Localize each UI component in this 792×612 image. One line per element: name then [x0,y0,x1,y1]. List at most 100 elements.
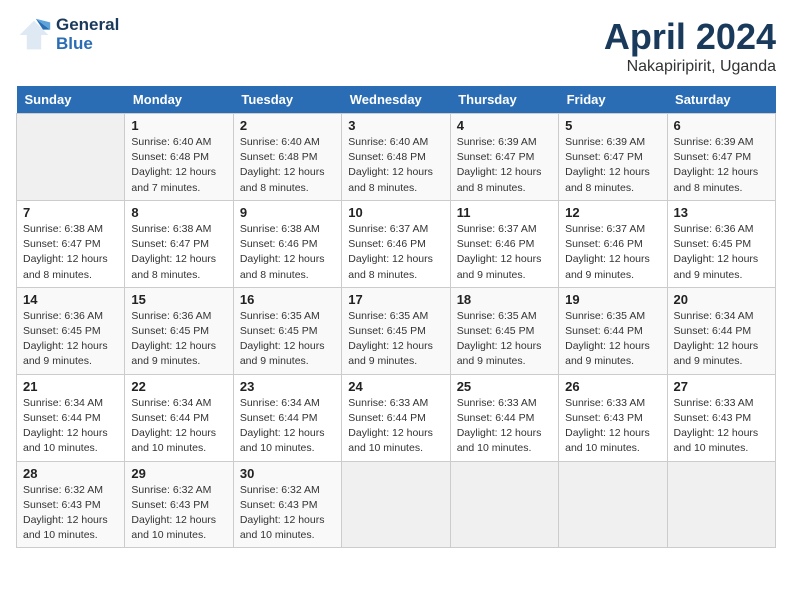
calendar-week-row: 1Sunrise: 6:40 AMSunset: 6:48 PMDaylight… [17,114,776,201]
day-info: Sunrise: 6:33 AMSunset: 6:44 PMDaylight:… [457,396,552,457]
day-info: Sunrise: 6:37 AMSunset: 6:46 PMDaylight:… [565,222,660,283]
calendar-cell: 22 Sunrise: 6:34 AMSunset: 6:44 PMDayligh… [125,374,233,461]
day-number: 24 [348,379,443,394]
day-info: Sunrise: 6:34 AMSunset: 6:44 PMDaylight:… [131,396,226,457]
day-info: Sunrise: 6:38 AMSunset: 6:47 PMDaylight:… [23,222,118,283]
day-number: 6 [674,118,769,133]
day-header-monday: Monday [125,86,233,114]
day-number: 12 [565,205,660,220]
logo-line2: Blue [56,34,93,53]
title-block: April 2024 Nakapiripirit, Uganda [604,16,776,76]
calendar-cell: 17Sunrise: 6:35 AMSunset: 6:45 PMDayligh… [342,287,450,374]
day-info: Sunrise: 6:39 AMSunset: 6:47 PMDaylight:… [457,135,552,196]
calendar-cell [450,461,558,548]
calendar-week-row: 14 Sunrise: 6:36 AMSunset: 6:45 PMDayligh… [17,287,776,374]
day-info: Sunrise: 6:35 AMSunset: 6:45 PMDaylight:… [457,309,552,370]
day-number: 30 [240,466,335,481]
calendar-cell: 21 Sunrise: 6:34 AMSunset: 6:44 PMDayligh… [17,374,125,461]
day-header-friday: Friday [559,86,667,114]
day-info: Sunrise: 6:36 AMSunset: 6:45 PMDaylight:… [131,309,226,370]
day-info: Sunrise: 6:32 AMSunset: 6:43 PMDaylight:… [131,483,226,544]
day-number: 8 [131,205,226,220]
day-info: Sunrise: 6:34 AMSunset: 6:44 PMDaylight:… [240,396,335,457]
calendar-cell: 5 Sunrise: 6:39 AMSunset: 6:47 PMDaylight… [559,114,667,201]
day-info: Sunrise: 6:39 AMSunset: 6:47 PMDaylight:… [674,135,769,196]
calendar-cell: 13Sunrise: 6:36 AMSunset: 6:45 PMDayligh… [667,200,775,287]
logo-text: General Blue [56,16,119,53]
day-info: Sunrise: 6:40 AMSunset: 6:48 PMDaylight:… [131,135,226,196]
calendar-cell: 18 Sunrise: 6:35 AMSunset: 6:45 PMDayligh… [450,287,558,374]
day-number: 22 [131,379,226,394]
day-info: Sunrise: 6:36 AMSunset: 6:45 PMDaylight:… [23,309,118,370]
logo: General Blue [16,16,119,53]
day-header-sunday: Sunday [17,86,125,114]
day-number: 28 [23,466,118,481]
day-info: Sunrise: 6:32 AMSunset: 6:43 PMDaylight:… [23,483,118,544]
day-info: Sunrise: 6:33 AMSunset: 6:43 PMDaylight:… [565,396,660,457]
calendar-cell: 3 Sunrise: 6:40 AMSunset: 6:48 PMDaylight… [342,114,450,201]
day-number: 15 [131,292,226,307]
calendar-cell: 29 Sunrise: 6:32 AMSunset: 6:43 PMDayligh… [125,461,233,548]
calendar-cell [559,461,667,548]
day-number: 2 [240,118,335,133]
day-number: 11 [457,205,552,220]
day-info: Sunrise: 6:40 AMSunset: 6:48 PMDaylight:… [240,135,335,196]
day-number: 18 [457,292,552,307]
day-info: Sunrise: 6:35 AMSunset: 6:45 PMDaylight:… [240,309,335,370]
day-number: 25 [457,379,552,394]
calendar-cell: 14 Sunrise: 6:36 AMSunset: 6:45 PMDayligh… [17,287,125,374]
logo-icon [16,17,52,53]
logo-line1: General [56,15,119,34]
calendar-cell: 15 Sunrise: 6:36 AMSunset: 6:45 PMDayligh… [125,287,233,374]
day-number: 10 [348,205,443,220]
day-number: 13 [674,205,769,220]
calendar-cell [342,461,450,548]
day-number: 4 [457,118,552,133]
day-number: 14 [23,292,118,307]
day-info: Sunrise: 6:39 AMSunset: 6:47 PMDaylight:… [565,135,660,196]
day-number: 3 [348,118,443,133]
day-header-tuesday: Tuesday [233,86,341,114]
day-header-thursday: Thursday [450,86,558,114]
calendar-cell: 4 Sunrise: 6:39 AMSunset: 6:47 PMDaylight… [450,114,558,201]
calendar-cell: 11Sunrise: 6:37 AMSunset: 6:46 PMDayligh… [450,200,558,287]
calendar-cell [17,114,125,201]
calendar-week-row: 21 Sunrise: 6:34 AMSunset: 6:44 PMDayligh… [17,374,776,461]
day-number: 26 [565,379,660,394]
calendar-cell: 28 Sunrise: 6:32 AMSunset: 6:43 PMDayligh… [17,461,125,548]
day-number: 29 [131,466,226,481]
day-number: 21 [23,379,118,394]
day-number: 19 [565,292,660,307]
calendar-cell: 26 Sunrise: 6:33 AMSunset: 6:43 PMDayligh… [559,374,667,461]
calendar-cell: 8Sunrise: 6:38 AMSunset: 6:47 PMDaylight… [125,200,233,287]
day-number: 23 [240,379,335,394]
calendar-cell: 6 Sunrise: 6:39 AMSunset: 6:47 PMDaylight… [667,114,775,201]
day-info: Sunrise: 6:33 AMSunset: 6:43 PMDaylight:… [674,396,769,457]
day-number: 20 [674,292,769,307]
page-header: General Blue April 2024 Nakapiripirit, U… [16,16,776,76]
day-number: 17 [348,292,443,307]
day-info: Sunrise: 6:34 AMSunset: 6:44 PMDaylight:… [23,396,118,457]
day-info: Sunrise: 6:40 AMSunset: 6:48 PMDaylight:… [348,135,443,196]
day-info: Sunrise: 6:38 AMSunset: 6:46 PMDaylight:… [240,222,335,283]
calendar-cell: 23 Sunrise: 6:34 AMSunset: 6:44 PMDayligh… [233,374,341,461]
calendar-cell: 25 Sunrise: 6:33 AMSunset: 6:44 PMDayligh… [450,374,558,461]
day-number: 7 [23,205,118,220]
day-header-wednesday: Wednesday [342,86,450,114]
day-info: Sunrise: 6:32 AMSunset: 6:43 PMDaylight:… [240,483,335,544]
calendar-week-row: 28 Sunrise: 6:32 AMSunset: 6:43 PMDayligh… [17,461,776,548]
calendar-cell: 7 Sunrise: 6:38 AMSunset: 6:47 PMDaylight… [17,200,125,287]
calendar-cell: 1Sunrise: 6:40 AMSunset: 6:48 PMDaylight… [125,114,233,201]
day-number: 27 [674,379,769,394]
calendar-header-row: SundayMondayTuesdayWednesdayThursdayFrid… [17,86,776,114]
calendar-cell: 12 Sunrise: 6:37 AMSunset: 6:46 PMDayligh… [559,200,667,287]
calendar-cell: 10Sunrise: 6:37 AMSunset: 6:46 PMDayligh… [342,200,450,287]
day-info: Sunrise: 6:33 AMSunset: 6:44 PMDaylight:… [348,396,443,457]
day-number: 5 [565,118,660,133]
day-number: 9 [240,205,335,220]
day-info: Sunrise: 6:34 AMSunset: 6:44 PMDaylight:… [674,309,769,370]
location: Nakapiripirit, Uganda [604,58,776,76]
day-info: Sunrise: 6:35 AMSunset: 6:44 PMDaylight:… [565,309,660,370]
calendar-cell: 9 Sunrise: 6:38 AMSunset: 6:46 PMDaylight… [233,200,341,287]
day-header-saturday: Saturday [667,86,775,114]
